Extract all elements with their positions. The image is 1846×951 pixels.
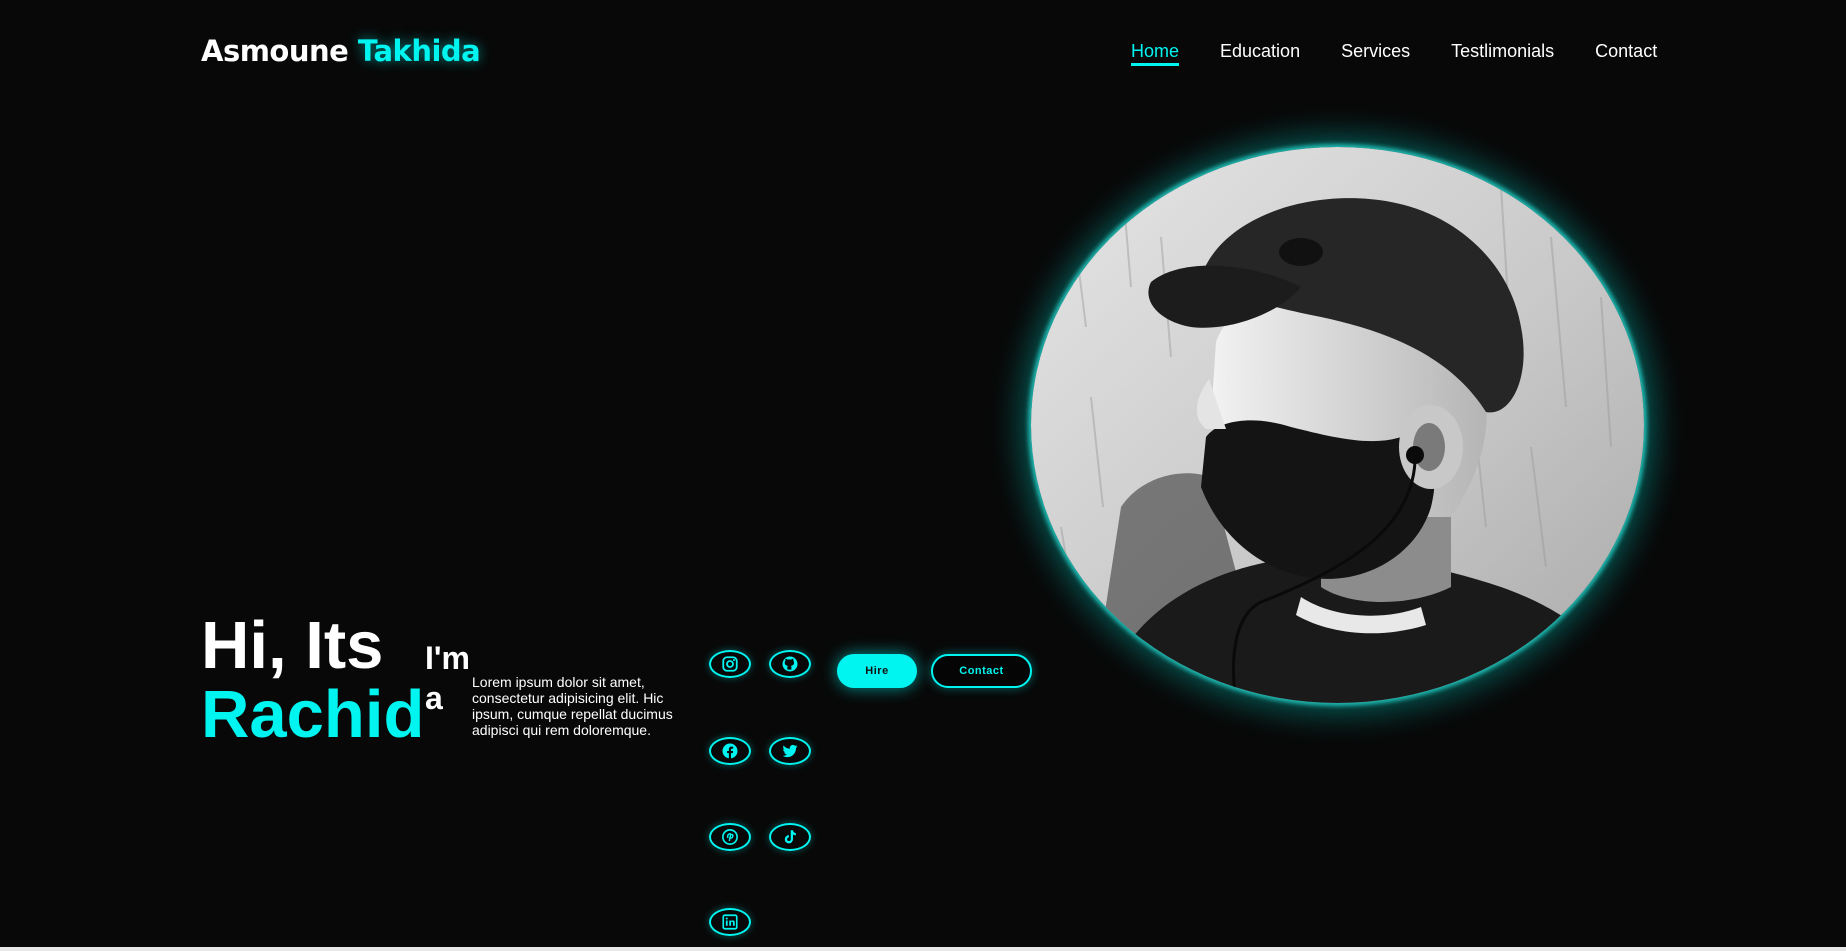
facebook-icon [722,743,738,759]
hero-im-text: I'm [425,640,470,676]
nav-home[interactable]: Home [1131,40,1180,66]
logo-first-name: Asmoune [201,34,349,68]
nav-testimonials[interactable]: Testlimonials [1451,40,1554,66]
linkedin-link[interactable] [709,908,751,936]
profile-photo [1031,147,1644,703]
pinterest-link[interactable] [709,823,751,851]
nav-contact[interactable]: Contact [1595,40,1657,66]
site-logo[interactable]: Asmoune Takhida [201,34,481,68]
github-icon [782,656,798,672]
nav-services[interactable]: Services [1341,40,1410,66]
instagram-link[interactable] [709,650,751,678]
linkedin-icon [722,914,738,930]
profile-photo-illustration [1031,147,1644,703]
main-nav: Home Education Services Testlimonials Co… [1131,40,1657,66]
hero-description: Lorem ipsum dolor sit amet, consectetur … [472,674,673,738]
github-link[interactable] [769,650,811,678]
pinterest-icon [722,829,738,845]
nav-education[interactable]: Education [1220,40,1300,66]
instagram-icon [722,656,738,672]
facebook-link[interactable] [709,737,751,765]
tiktok-link[interactable] [769,823,811,851]
twitter-icon [782,744,798,758]
hero-typed-text: a [425,680,443,716]
hero-name: Rachid [201,677,425,752]
twitter-link[interactable] [769,737,811,765]
hire-button[interactable]: Hire [837,654,917,688]
contact-button[interactable]: Contact [931,654,1032,688]
tiktok-icon [784,830,796,844]
logo-last-name: Takhida [357,34,481,68]
hero-greeting: Hi, Its [201,608,384,683]
page-bottom-edge [0,947,1846,951]
